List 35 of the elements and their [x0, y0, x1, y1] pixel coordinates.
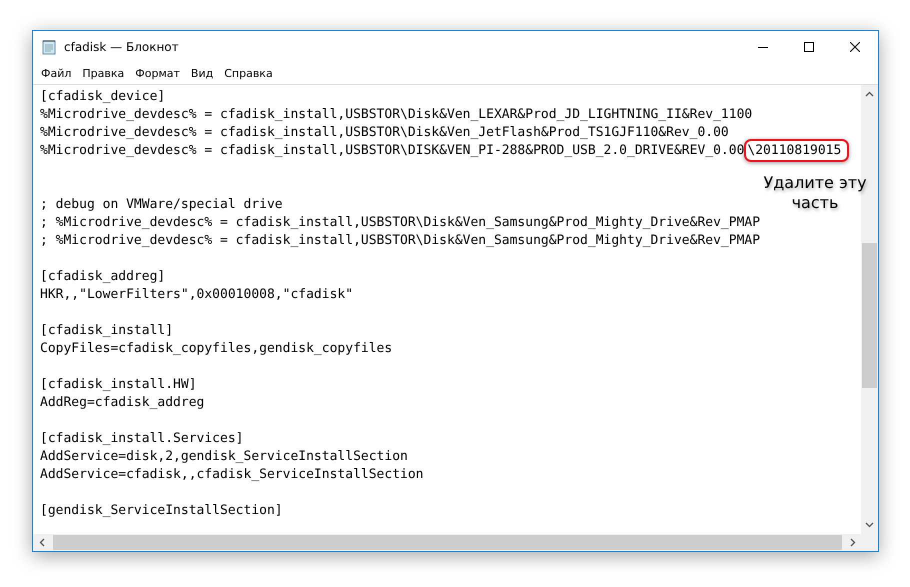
code-line: %Microdrive_devdesc% = cfadisk_install,USBSTOR\Disk&Ven_LEXAR&Prod_JD_LIGHTNING_II&Rev_1100 [40, 106, 752, 124]
code-line: %Microdrive_devdesc% = cfadisk_install,USBSTOR\Disk&Ven_JetFlash&Prod_TS1GJF110&Rev_0.00 [40, 124, 729, 142]
code-line: %Microdrive_devdesc% = cfadisk_install,USBSTOR\DISK&VEN_PI-288&PROD_USB_2.0_DRIVE&REV_0.00 [40, 143, 744, 158]
code-line: HKR,,"LowerFilters",0x00010008,"cfadisk" [40, 286, 354, 304]
code-line: [cfadisk_install] [40, 322, 174, 340]
code-line: ; %Microdrive_devdesc% = cfadisk_install,USBSTOR\Disk&Ven_Samsung&Prod_Mighty_Drive&Rev_PMAP [40, 214, 760, 232]
code-line: [cfadisk_device] [40, 88, 166, 106]
code-line: AddService=cfadisk,,cfadisk_ServiceInstallSection [40, 466, 424, 484]
menu-item[interactable]: Правка [77, 64, 130, 82]
maximize-icon [804, 42, 814, 52]
notepad-icon [41, 38, 57, 54]
code-line: [cfadisk_install.Services] [40, 430, 244, 448]
code-line: ; %Microdrive_devdesc% = cfadisk_install,USBSTOR\Disk&Ven_Samsung&Prod_Mighty_Drive&Rev_PMAP [40, 232, 760, 250]
menu-item[interactable]: Справка [219, 64, 279, 82]
code-line: [gendisk_ServiceInstallSection] [40, 502, 283, 520]
scroll-thumb[interactable] [862, 243, 877, 388]
scroll-left-icon[interactable] [39, 538, 45, 547]
scroll-thumb[interactable] [53, 535, 842, 550]
menu-item[interactable]: Формат [130, 64, 186, 82]
highlighted-text: \20110819015 [744, 139, 850, 162]
horizontal-scrollbar[interactable] [33, 534, 861, 551]
code-line: CopyFiles=cfadisk_copyfiles,gendisk_copyfiles [40, 340, 392, 358]
menu-item[interactable]: Вид [186, 64, 220, 82]
close-icon [850, 42, 860, 52]
code-line: AddService=disk,2,gendisk_ServiceInstallSection [40, 448, 408, 466]
scroll-right-icon[interactable] [850, 538, 856, 547]
code-line: [cfadisk_addreg] [40, 268, 166, 286]
code-line: ; debug on VMWare/special drive [40, 196, 283, 214]
scroll-down-icon[interactable] [865, 522, 874, 528]
window-title: cfadisk — Блокнот [64, 40, 179, 54]
menu-item[interactable]: Файл [36, 64, 78, 82]
annotation-text: Удалите эту часть [762, 173, 868, 213]
scroll-up-icon[interactable] [865, 91, 874, 97]
code-line: [cfadisk_install.HW] [40, 376, 197, 394]
code-line: AddReg=cfadisk_addreg [40, 394, 204, 412]
